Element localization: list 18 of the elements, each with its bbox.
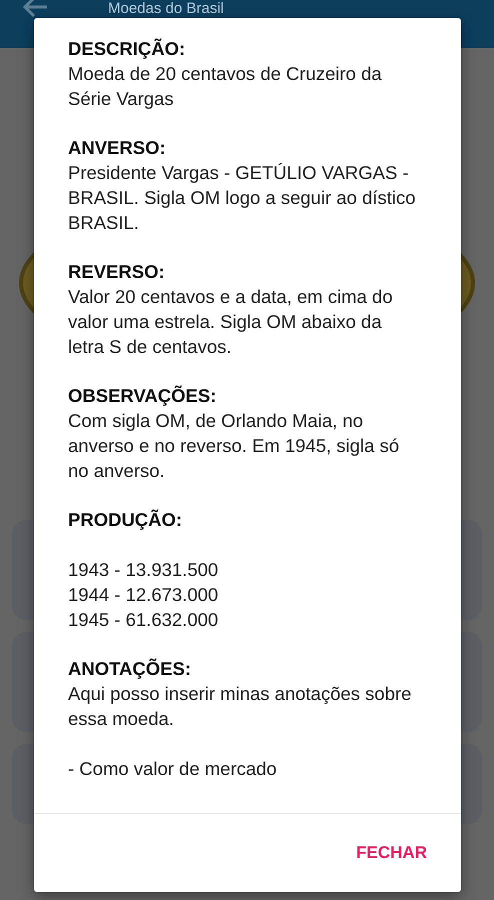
production-line: 1943 - 13.931.500 xyxy=(68,558,220,582)
section-text: - Como valor de mercado xyxy=(68,757,278,781)
section-heading: DESCRIÇÃO: xyxy=(68,37,186,61)
section-text: Valor 20 centavos e a data, em cima do valor uma estrela. Sigla OM abaixo da letra S de centavos. xyxy=(68,285,394,359)
section-heading: PRODUÇÃO: xyxy=(68,508,184,532)
section-text: Aqui posso inserir minas anotações sobre essa moeda. xyxy=(68,682,412,731)
section-heading: REVERSO: xyxy=(68,260,166,284)
back-arrow-icon[interactable] xyxy=(22,0,48,18)
close-button[interactable]: FECHAR xyxy=(352,835,431,871)
section-text: Moeda de 20 centavos de Cruzeiro da Série Vargas xyxy=(68,62,383,111)
production-line: 1944 - 12.673.000 xyxy=(68,583,220,607)
section-heading: ANVERSO: xyxy=(68,136,167,160)
production-line: 1945 - 61.632.000 xyxy=(68,608,220,632)
section-text: Com sigla OM, de Orlando Maia, no anverso e no reverso. Em 1945, sigla só no anverso. xyxy=(68,409,400,483)
section-text: Presidente Vargas - GETÚLIO VARGAS - BRASIL. Sigla OM logo a seguir ao dístico BRASIL. xyxy=(68,161,417,235)
app-title: Moedas do Brasil xyxy=(108,0,224,17)
section-heading: OBSERVAÇÕES: xyxy=(68,384,218,408)
section-heading: ANOTAÇÕES: xyxy=(68,657,192,681)
